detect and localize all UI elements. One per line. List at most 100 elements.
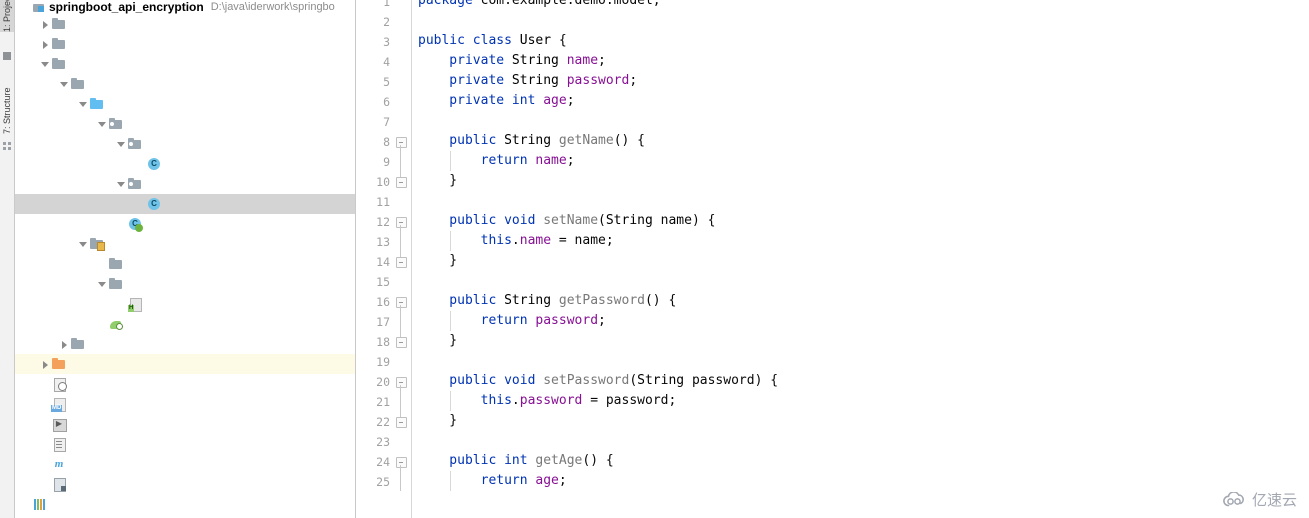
chevron-down-icon[interactable]	[116, 139, 127, 150]
line-number: 17	[376, 315, 390, 329]
tree-item-controller[interactable]	[15, 134, 355, 154]
tree-item-templates[interactable]	[15, 274, 355, 294]
tree-item-idea[interactable]	[15, 14, 355, 34]
code-line[interactable]: private int age;	[418, 91, 574, 111]
chevron-down-icon[interactable]	[78, 239, 89, 250]
fold-collapse-icon[interactable]	[396, 217, 407, 228]
tree-item-user[interactable]: C	[15, 194, 355, 214]
fold-region-line	[400, 171, 401, 177]
line-number: 11	[376, 195, 390, 209]
code-line[interactable]: public String getPassword() {	[418, 291, 676, 311]
tree-item-demoapplication[interactable]: C	[15, 214, 355, 234]
chevron-right-icon[interactable]	[59, 339, 70, 350]
tree-item-scratches-and-consoles[interactable]	[15, 514, 355, 518]
tree-item-mvnw[interactable]: ▶	[15, 414, 355, 434]
chevron-down-icon[interactable]	[59, 79, 70, 90]
code-line[interactable]: return password;	[418, 311, 606, 331]
fold-end-icon[interactable]	[396, 177, 407, 188]
code-line[interactable]: package com.example.demo.model;	[418, 0, 661, 11]
tree-item-test[interactable]	[15, 334, 355, 354]
code-line[interactable]: public void setName(String name) {	[418, 211, 715, 231]
resources-folder-icon	[89, 236, 105, 252]
code-token: private	[418, 53, 512, 68]
chevron-right-icon[interactable]	[40, 359, 51, 370]
tree-item-java[interactable]	[15, 94, 355, 114]
chevron-down-icon[interactable]	[78, 99, 89, 110]
code-editor[interactable]: 1 2 3 4 5 6 7 8 9 10 11 12 13 14 15 16 17 18 19 20 21 22 23 24 2…	[356, 0, 1309, 518]
code-token: () {	[613, 133, 645, 148]
tree-item-index-html[interactable]: H	[15, 294, 355, 314]
fold-collapse-icon[interactable]	[396, 457, 407, 468]
external-libraries-icon	[32, 496, 48, 512]
code-line[interactable]: public String getName() {	[418, 131, 645, 151]
fold-region-line	[400, 151, 401, 171]
tree-item-target[interactable]	[15, 354, 355, 374]
tree-item-test[interactable]: C	[15, 154, 355, 174]
fold-collapse-icon[interactable]	[396, 377, 407, 388]
editor-code-area[interactable]: package com.example.demo.model; public cl…	[412, 0, 1309, 518]
grid-icon[interactable]	[3, 142, 12, 151]
fold-collapse-icon[interactable]	[396, 297, 407, 308]
line-number: 15	[376, 275, 390, 289]
line-number: 23	[376, 435, 390, 449]
tree-item-resources[interactable]	[15, 234, 355, 254]
line-number: 19	[376, 355, 390, 369]
tree-item-mvnw-cmd[interactable]	[15, 434, 355, 454]
code-line[interactable]: public void setPassword(String password)…	[418, 371, 778, 391]
project-root-row[interactable]: springboot_api_encryption D:\java\iderwo…	[15, 0, 355, 14]
chevron-down-icon[interactable]	[97, 119, 108, 130]
code-line[interactable]: }	[418, 171, 457, 191]
project-tree-panel[interactable]: springboot_api_encryption D:\java\iderwo…	[15, 0, 356, 518]
tree-item-static[interactable]	[15, 254, 355, 274]
code-line[interactable]: public int getAge() {	[418, 451, 613, 471]
tree-item-com-example-demo[interactable]	[15, 114, 355, 134]
line-number: 25	[376, 475, 390, 489]
code-token: class	[472, 33, 520, 48]
tree-item-springboot-api-encryption-iml[interactable]	[15, 474, 355, 494]
editor-gutter[interactable]: 1 2 3 4 5 6 7 8 9 10 11 12 13 14 15 16 17 18 19 20 21 22 23 24 2…	[356, 0, 412, 518]
tree-item-help-md[interactable]: MD	[15, 394, 355, 414]
tool-window-icon[interactable]	[3, 52, 11, 60]
chevron-down-icon[interactable]	[40, 59, 51, 70]
fold-end-icon[interactable]	[396, 257, 407, 268]
code-token: {	[558, 33, 567, 48]
chevron-right-icon[interactable]	[40, 19, 51, 30]
tree-item-gitignore[interactable]	[15, 374, 355, 394]
code-token: ;	[558, 473, 567, 488]
tree-item-main[interactable]	[15, 74, 355, 94]
fold-region-line	[400, 391, 401, 411]
code-line[interactable]: return age;	[418, 471, 567, 491]
tool-window-tab-project[interactable]: 1: Project	[0, 0, 14, 32]
tree-item-external-libraries[interactable]	[15, 494, 355, 514]
chevron-right-icon[interactable]	[40, 39, 51, 50]
tree-item-mvn[interactable]	[15, 34, 355, 54]
code-line[interactable]: this.name = name;	[418, 231, 614, 251]
fold-end-icon[interactable]	[396, 337, 407, 348]
code-token: () {	[644, 293, 677, 308]
tree-item-application-yml[interactable]	[15, 314, 355, 334]
tree-item-model[interactable]	[15, 174, 355, 194]
fold-collapse-icon[interactable]	[396, 137, 407, 148]
tree-item-pom-xml[interactable]: m	[15, 454, 355, 474]
code-line[interactable]: }	[418, 411, 457, 431]
code-line[interactable]: return name;	[418, 151, 575, 171]
yaml-file-icon	[108, 316, 124, 332]
code-line[interactable]: public class User {	[418, 31, 567, 51]
tool-window-tab-structure[interactable]: 7: Structure	[0, 62, 14, 134]
tree-item-src[interactable]	[15, 54, 355, 74]
code-line[interactable]: private String name;	[418, 51, 606, 71]
code-line[interactable]: }	[418, 331, 457, 351]
code-line[interactable]: }	[418, 251, 457, 271]
folder-icon	[70, 76, 86, 92]
fold-end-icon[interactable]	[396, 417, 407, 428]
code-line[interactable]: private String password;	[418, 71, 637, 91]
chevron-down-icon[interactable]	[97, 279, 108, 290]
code-token: setPassword	[543, 373, 630, 388]
chevron-down-icon[interactable]	[116, 179, 127, 190]
code-line[interactable]: this.password = password;	[418, 391, 677, 411]
code-token: }	[418, 333, 458, 348]
